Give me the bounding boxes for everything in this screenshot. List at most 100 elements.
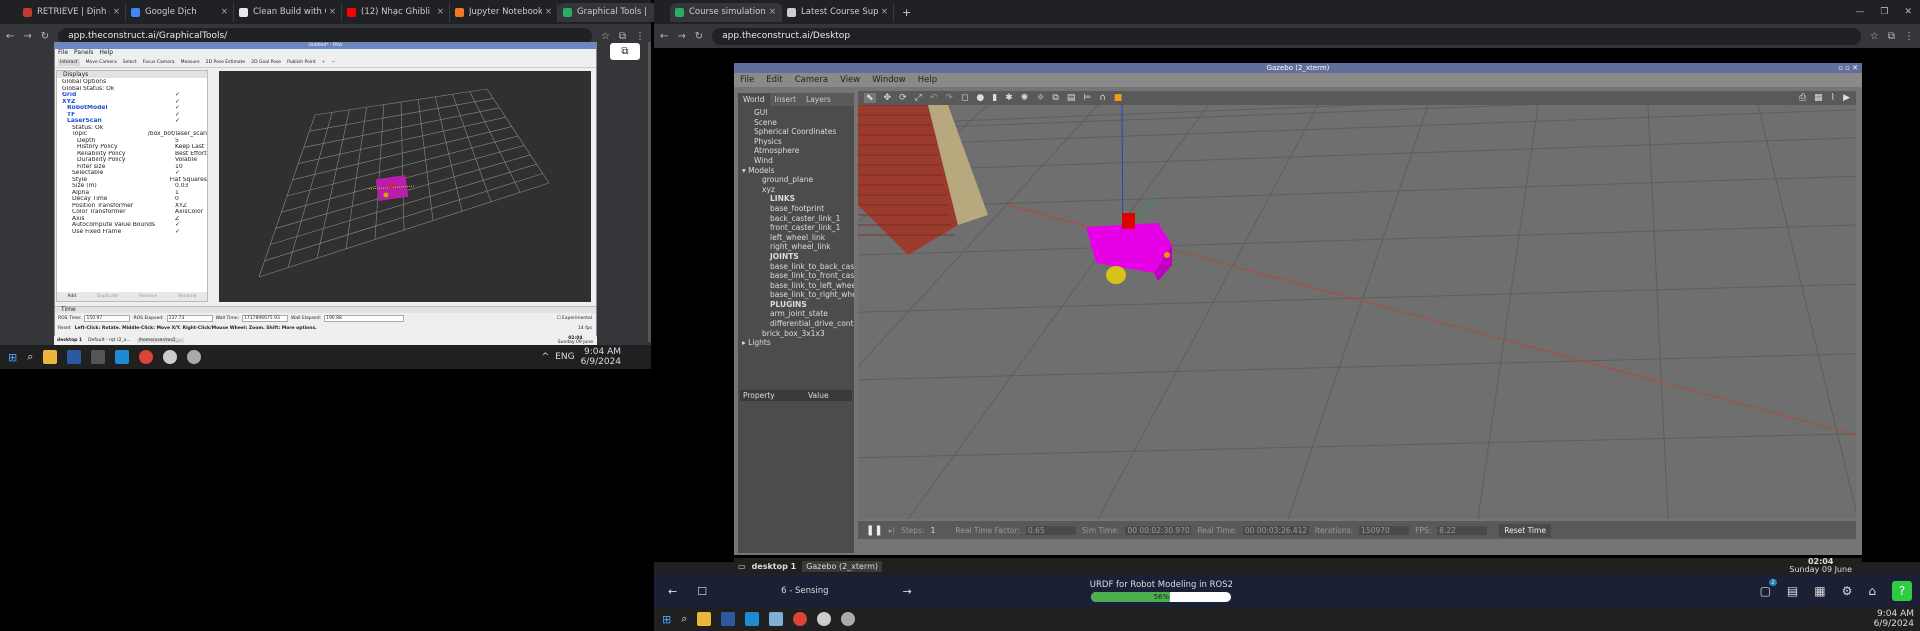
taskbar-item-rqt[interactable]: Default - rqt (2_x... xyxy=(88,338,131,343)
taskbar-clock[interactable]: 9:04 AM 6/9/2024 xyxy=(1874,609,1920,629)
star-icon[interactable]: ☆ xyxy=(601,31,610,42)
rotate-mode-icon[interactable]: ⟳ xyxy=(899,93,907,103)
vscode-icon[interactable] xyxy=(115,350,130,364)
close-window-icon[interactable]: ✕ xyxy=(1904,7,1912,17)
close-icon[interactable]: × xyxy=(113,7,120,17)
world-tree-item[interactable]: GUI xyxy=(742,108,854,118)
windows-start-icon[interactable]: ⊞ xyxy=(662,613,671,626)
pause-icon[interactable]: ❚❚ xyxy=(866,525,883,536)
reload-icon[interactable]: ↻ xyxy=(695,31,703,42)
reset-button[interactable]: Reset xyxy=(58,326,71,331)
menu-camera[interactable]: Camera xyxy=(795,75,828,85)
tab-insert[interactable]: Insert xyxy=(770,93,802,106)
close-icon[interactable]: × xyxy=(769,7,776,17)
tool-measure[interactable]: Measure xyxy=(181,60,200,65)
tool-select[interactable]: Select xyxy=(123,60,137,65)
world-tree-item[interactable]: Scene xyxy=(742,118,854,128)
remove-tool-icon[interactable]: − xyxy=(332,60,336,65)
world-tree-item[interactable]: base_link_to_back_cast... xyxy=(742,262,854,272)
menu-view[interactable]: View xyxy=(840,75,860,85)
app-icon-2[interactable] xyxy=(817,612,832,626)
menu-panels[interactable]: Panels xyxy=(74,49,93,57)
world-tree-item[interactable]: Spherical Coordinates xyxy=(742,127,854,137)
browser-tab-active[interactable]: Graphical Tools | Rob× xyxy=(558,2,666,22)
redo-icon[interactable]: ↷ xyxy=(945,93,953,103)
browser-tab[interactable]: Google Dịch × xyxy=(126,2,234,22)
world-tree-item[interactable]: ▾ Models xyxy=(742,166,854,176)
world-tree-item[interactable]: right_wheel_link xyxy=(742,242,854,252)
world-tree-item[interactable]: LINKS xyxy=(742,194,854,204)
world-tree-item[interactable]: ▸ Lights xyxy=(742,338,854,348)
sun-light-icon[interactable]: ✱ xyxy=(1005,93,1013,103)
browser-tab[interactable]: Clean Build with Col× xyxy=(234,2,342,22)
ros-time-field[interactable]: 150.97 xyxy=(84,314,131,322)
menu-icon[interactable]: ⋮ xyxy=(1904,31,1914,42)
steps-field[interactable]: 1 xyxy=(931,526,936,535)
back-icon[interactable]: ← xyxy=(660,31,668,42)
chat-icon[interactable]: ▢ 2 xyxy=(1760,579,1777,598)
point-light-icon[interactable]: ✺ xyxy=(1021,93,1029,103)
desktop-label[interactable]: desktop 1 xyxy=(752,562,797,571)
extensions-icon[interactable]: ⧉ xyxy=(1888,31,1895,42)
world-tree-item[interactable]: brick_box_3x1x3 xyxy=(742,329,854,339)
browser-tab[interactable]: Latest Course Support/URDF fc× xyxy=(782,2,894,22)
tab-layers[interactable]: Layers xyxy=(801,93,836,106)
paste-icon[interactable]: ▤ xyxy=(1067,93,1076,103)
chrome-icon[interactable] xyxy=(139,350,154,364)
snap-icon[interactable]: ∩ xyxy=(1099,93,1106,103)
search-icon[interactable]: ⌕ xyxy=(27,350,33,364)
video-icon[interactable]: ▶ xyxy=(1843,93,1850,103)
world-tree-item[interactable]: Atmosphere xyxy=(742,146,854,156)
powershell-icon[interactable] xyxy=(721,612,736,626)
search-icon[interactable]: ⌕ xyxy=(681,612,687,626)
menu-help[interactable]: Help xyxy=(918,75,937,85)
world-tree-item[interactable]: PLUGINS xyxy=(742,300,854,310)
cylinder-shape-icon[interactable]: ▮ xyxy=(992,93,997,103)
world-tree-item[interactable]: ground_plane xyxy=(742,175,854,185)
undo-icon[interactable]: ↶ xyxy=(930,93,938,103)
file-explorer-icon[interactable] xyxy=(43,350,58,364)
tab-world[interactable]: World xyxy=(738,93,770,106)
taskbar-item-gazebo[interactable]: Gazebo (2_xterm) xyxy=(802,560,883,572)
world-tree-item[interactable]: base_link_to_front_cast... xyxy=(742,271,854,281)
calculator-icon[interactable] xyxy=(91,350,106,364)
world-tree-item[interactable]: base_link_to_left_wheel... xyxy=(742,281,854,291)
window-buttons[interactable]: ▫ ▫ ✕ xyxy=(1838,63,1858,73)
log-icon[interactable]: ▦ xyxy=(1814,93,1823,103)
close-icon[interactable]: × xyxy=(221,7,228,17)
gazebo-3d-view[interactable] xyxy=(858,105,1856,519)
menu-file[interactable]: File xyxy=(58,49,68,57)
reload-icon[interactable]: ↻ xyxy=(41,31,49,42)
help-button[interactable]: ? xyxy=(1892,581,1912,601)
prev-arrow-icon[interactable]: ← xyxy=(668,585,677,598)
settings-icon[interactable]: ⚙ xyxy=(1842,584,1853,598)
scale-mode-icon[interactable]: ⤢ xyxy=(915,93,922,103)
minimize-icon[interactable]: — xyxy=(1855,7,1864,17)
browser-tab[interactable]: RETRIEVE | Định nghĩ× xyxy=(18,2,126,22)
menu-icon[interactable]: ⋮ xyxy=(635,31,645,42)
tool-move-camera[interactable]: Move Camera xyxy=(86,60,117,65)
app-icon[interactable] xyxy=(769,612,784,626)
tool-2d-goal-pose[interactable]: 2D Goal Pose xyxy=(251,60,281,65)
experimental-checkbox[interactable]: ☐ Experimental xyxy=(557,316,592,321)
square-icon[interactable]: ☐ xyxy=(697,585,707,598)
close-icon[interactable]: × xyxy=(881,7,888,17)
file-explorer-icon[interactable] xyxy=(697,612,712,626)
world-tree-item[interactable]: base_link_to_right_whe... xyxy=(742,290,854,300)
step-icon[interactable]: ▸| xyxy=(889,526,895,535)
world-tree-item[interactable]: arm_joint_state xyxy=(742,309,854,319)
home-icon[interactable]: ⌂ xyxy=(1868,584,1876,598)
color-icon[interactable]: ■ xyxy=(1114,93,1123,103)
tool-focus-camera[interactable]: Focus Camera xyxy=(143,60,175,65)
next-arrow-icon[interactable]: → xyxy=(903,585,912,598)
world-tree-item[interactable]: back_caster_link_1 xyxy=(742,214,854,224)
extensions-icon[interactable]: ⧉ xyxy=(619,31,626,42)
star-icon[interactable]: ☆ xyxy=(1870,31,1879,42)
lang-indicator[interactable]: ENG xyxy=(555,352,574,362)
spot-light-icon[interactable]: ☼ xyxy=(1036,93,1044,103)
browser-tab[interactable]: Jupyter Notebook - × xyxy=(450,2,558,22)
remove-button[interactable]: Remove xyxy=(139,292,157,301)
world-tree-item[interactable]: front_caster_link_1 xyxy=(742,223,854,233)
menu-file[interactable]: File xyxy=(740,75,754,85)
wall-elapsed-field[interactable]: 190.88 xyxy=(324,314,405,322)
